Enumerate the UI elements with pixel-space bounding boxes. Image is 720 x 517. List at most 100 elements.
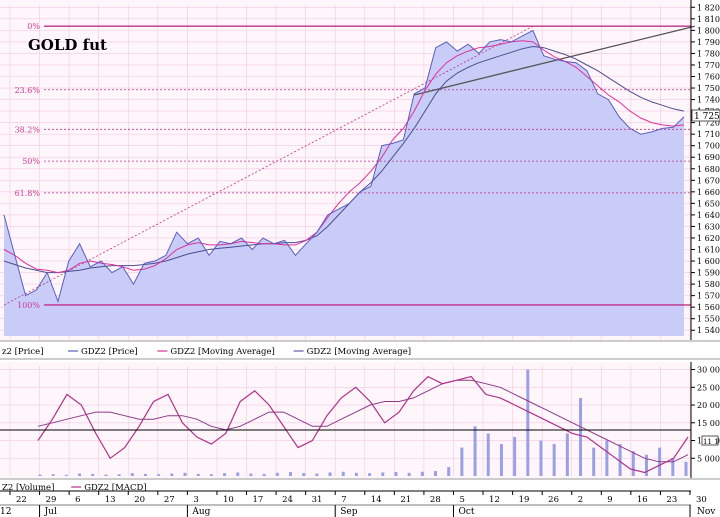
price-axis-ticks: 1 540 1 550 1 560 1 570 1 580 1 590 1 600 1 610… <box>691 3 720 335</box>
time-month-label: Sep <box>340 507 357 517</box>
volume-bar <box>51 474 55 476</box>
volume-bar <box>328 472 332 476</box>
time-month-label: Jul <box>44 507 57 517</box>
price-tick-label: 1 560 <box>697 303 720 312</box>
indicator-tick-label: 25 000 <box>697 383 720 392</box>
price-tick-label: 1 790 <box>697 38 720 47</box>
volume-bar <box>368 473 372 476</box>
fibonacci-level-label: 38.2% <box>15 125 41 134</box>
volume-bar <box>671 458 675 476</box>
time-day-label: 13 <box>105 495 116 505</box>
price-tick-label: 1 570 <box>697 292 720 301</box>
time-day-label: 23 <box>666 495 677 505</box>
volume-bar <box>91 473 95 476</box>
time-day-label: 5 <box>459 495 464 505</box>
price-tick-label: 1 600 <box>697 257 720 266</box>
volume-bar <box>434 471 438 476</box>
time-day-label: 12 <box>489 495 500 505</box>
indicator-tick-label: 5 000 <box>697 454 720 463</box>
volume-bar <box>302 473 306 476</box>
volume-bar <box>236 472 240 476</box>
fibonacci-level-label: 0% <box>27 22 40 31</box>
price-tick-label: 1 760 <box>697 73 720 82</box>
volume-bar <box>249 473 253 476</box>
price-tick-label: 1 770 <box>697 61 720 70</box>
volume-bar <box>552 444 556 476</box>
volume-bar <box>460 447 464 476</box>
time-day-label: 2 <box>578 495 583 505</box>
time-day-label: 24 <box>282 495 293 505</box>
price-tick-label: 1 680 <box>697 165 720 174</box>
price-tick-label: 1 820 <box>697 3 720 12</box>
volume-bar <box>420 471 424 476</box>
time-day-label: 6 <box>75 495 80 505</box>
volume-bar <box>78 473 82 476</box>
volume-bar <box>486 433 490 476</box>
legend-entry: z2 [Price] <box>2 347 44 357</box>
price-tick-label: 1 630 <box>697 222 720 231</box>
legend-entry: GDZ2 [Moving Average] <box>307 347 411 357</box>
time-axis-edge-label: 12 <box>0 507 11 517</box>
volume-bar <box>262 473 266 476</box>
time-day-label: 30 <box>696 495 707 505</box>
price-tick-label: 1 640 <box>697 211 720 220</box>
indicator-axis-ticks: 5 00010 00015 00020 00025 00030 000 <box>691 366 720 463</box>
volume-bar <box>499 444 503 476</box>
volume-bar <box>354 472 358 476</box>
fibonacci-level-label: 100% <box>17 301 40 310</box>
time-day-label: 19 <box>519 495 530 505</box>
price-tick-label: 1 540 <box>697 326 720 335</box>
time-day-label: 3 <box>193 495 198 505</box>
volume-bar <box>288 472 292 476</box>
time-day-label: 14 <box>371 495 382 505</box>
volume-bar <box>117 474 121 476</box>
volume-bar <box>539 440 543 476</box>
volume-bar <box>130 473 134 476</box>
price-tick-label: 1 580 <box>697 280 720 289</box>
indicator-panel-background <box>0 362 691 478</box>
volume-bar <box>223 473 227 476</box>
price-tick-label: 1 810 <box>697 15 720 24</box>
volume-bar <box>631 451 635 476</box>
volume-bar <box>64 474 68 476</box>
volume-bar <box>447 467 451 476</box>
volume-bar <box>605 440 609 476</box>
time-day-label: 16 <box>637 495 648 505</box>
gold-futures-chart: 0%23.6%38.2%50%61.8%100% GOLD fut 1 5401… <box>0 0 720 517</box>
volume-bar <box>579 397 583 476</box>
time-month-label: Oct <box>458 507 474 517</box>
time-day-label: 7 <box>341 495 346 505</box>
price-tick-label: 1 650 <box>697 199 720 208</box>
volume-bar <box>209 474 213 476</box>
time-day-label: 26 <box>548 495 559 505</box>
time-day-label: 20 <box>134 495 145 505</box>
time-day-label: 17 <box>253 495 264 505</box>
volume-bar <box>183 472 187 476</box>
time-day-label: 22 <box>16 495 27 505</box>
price-tick-label: 1 700 <box>697 142 720 151</box>
time-axis: 22 29 6 13 20 27 3 10 17 24 31 7 14 21 28 5 12 19 26 2 9 16 23… <box>0 491 707 517</box>
legend-entry: GDZ2 [Moving Average] <box>170 347 274 357</box>
price-tick-label: 1 740 <box>697 96 720 105</box>
volume-bar <box>38 474 42 476</box>
volume-bar <box>513 436 517 476</box>
time-month-label: Aug <box>191 507 210 517</box>
price-tick-label: 1 780 <box>697 49 720 58</box>
volume-bar <box>275 472 279 476</box>
time-day-label: 29 <box>46 495 57 505</box>
volume-bar <box>381 472 385 476</box>
bottom-right-label: Nov <box>697 507 716 517</box>
fibonacci-level-label: 61.8% <box>15 189 41 198</box>
last-price-label: 1 725 <box>694 112 720 122</box>
volume-bar <box>104 474 108 476</box>
volume-bar <box>565 433 569 476</box>
time-day-label: 21 <box>400 495 411 505</box>
price-tick-label: 1 710 <box>697 130 720 139</box>
price-tick-label: 1 590 <box>697 269 720 278</box>
volume-bar <box>157 474 161 476</box>
time-day-label: 28 <box>430 495 441 505</box>
price-tick-label: 1 670 <box>697 176 720 185</box>
volume-bar <box>196 473 200 476</box>
price-tick-label: 1 690 <box>697 153 720 162</box>
fibonacci-level-label: 50% <box>22 157 40 166</box>
